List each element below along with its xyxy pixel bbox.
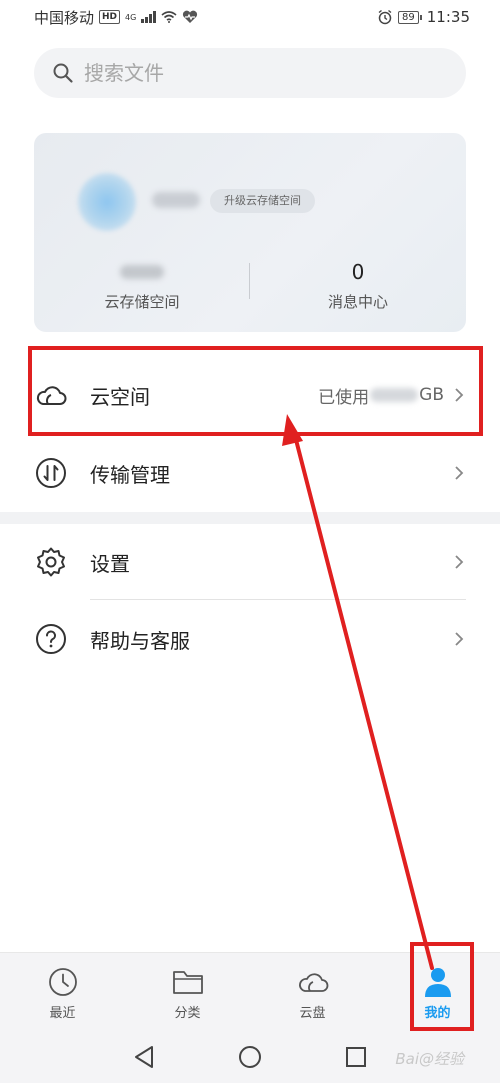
arrow-head — [282, 414, 303, 446]
annotation-arrow — [282, 414, 434, 970]
